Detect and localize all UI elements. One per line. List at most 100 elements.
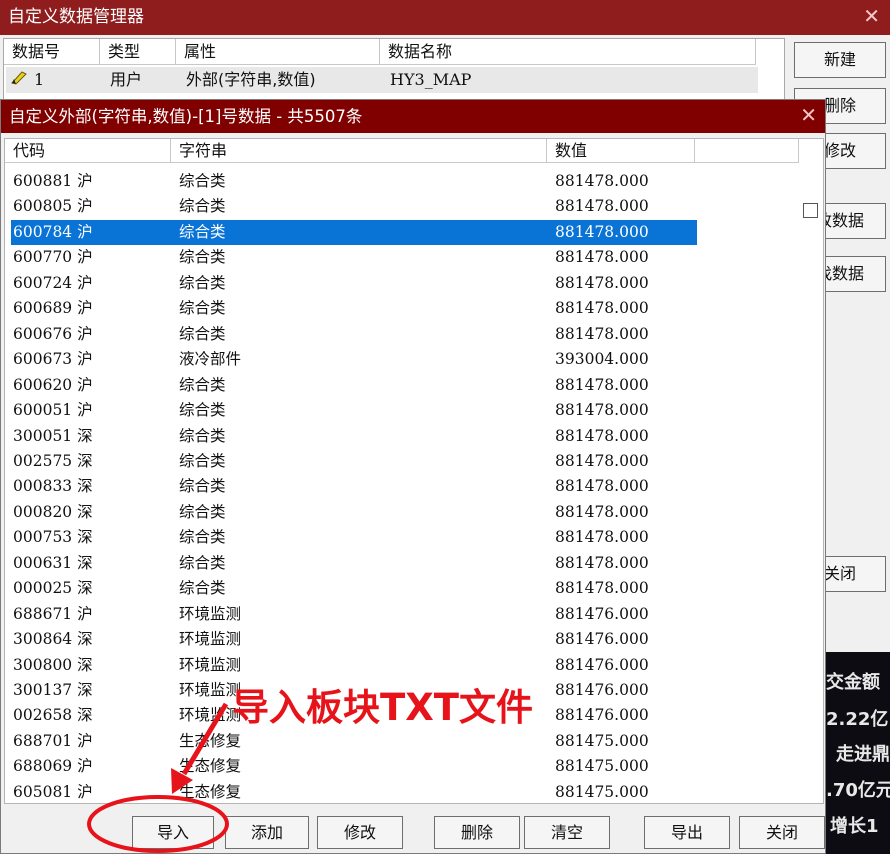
table-row[interactable]: 600620 沪 综合类 881478.000	[11, 373, 697, 398]
cell-value: 881478.000	[555, 451, 649, 470]
column-header-attribute[interactable]: 属性	[176, 39, 380, 65]
cell-code: 688671 沪	[13, 604, 93, 623]
column-header-data-id[interactable]: 数据号	[4, 39, 100, 65]
cell-code: 600724 沪	[13, 273, 93, 292]
cell-string: 综合类	[179, 451, 226, 470]
dialog-title: 自定义外部(字符串,数值)-[1]号数据 - 共5507条	[1, 100, 825, 133]
cell-code: 300800 深	[13, 655, 93, 674]
cell-string: 环境监测	[179, 655, 242, 674]
cell-value: 881478.000	[555, 579, 649, 598]
cell-value: 881478.000	[555, 299, 649, 318]
table-row[interactable]: 688671 沪 环境监测 881476.000	[11, 602, 697, 627]
column-header-empty	[695, 139, 799, 163]
table-row[interactable]: 600673 沪 液冷部件 393004.000	[11, 347, 697, 372]
cell-string: 综合类	[179, 273, 226, 292]
table-row[interactable]: 605081 沪 生态修复 881475.000	[11, 780, 697, 803]
cell-code: 600784 沪	[13, 222, 93, 241]
cell-string: 环境监测	[179, 604, 242, 623]
close-button[interactable]: 关闭	[739, 816, 825, 849]
table-row[interactable]: 600770 沪 综合类 881478.000	[11, 245, 697, 270]
cell-value: 881478.000	[555, 248, 649, 267]
table-row[interactable]: 000820 深 综合类 881478.000	[11, 500, 697, 525]
column-header-value[interactable]: 数值	[547, 139, 695, 163]
export-button[interactable]: 导出	[644, 816, 730, 849]
cell-code: 600676 沪	[13, 324, 93, 343]
cell-value: 881478.000	[555, 375, 649, 394]
cell-code: 002575 深	[13, 451, 93, 470]
row-type: 用户	[110, 70, 143, 89]
cell-value: 881475.000	[555, 757, 649, 776]
import-button[interactable]: 导入	[132, 816, 214, 849]
cell-code: 000631 深	[13, 553, 93, 572]
cell-value: 881476.000	[555, 630, 649, 649]
column-header-string[interactable]: 字符串	[171, 139, 547, 163]
cell-string: 综合类	[179, 299, 226, 318]
row-data-name: HY3_MAP	[390, 70, 472, 89]
table-row[interactable]: 300051 深 综合类 881478.000	[11, 424, 697, 449]
cell-code: 000025 深	[13, 579, 93, 598]
cell-code: 300864 深	[13, 630, 93, 649]
cell-code: 600689 沪	[13, 299, 93, 318]
cell-value: 881478.000	[555, 502, 649, 521]
cell-string: 综合类	[179, 401, 226, 420]
cell-value: 881478.000	[555, 324, 649, 343]
table-row[interactable]: 600805 沪 综合类 881478.000	[11, 194, 697, 219]
row-attribute: 外部(字符串,数值)	[186, 70, 316, 89]
table-row[interactable]: 600676 沪 综合类 881478.000	[11, 322, 697, 347]
cell-value: 881478.000	[555, 197, 649, 216]
table-row[interactable]: 300800 深 环境监测 881476.000	[11, 653, 697, 678]
cell-code: 605081 沪	[13, 782, 93, 801]
table-row[interactable]: 600051 沪 综合类 881478.000	[11, 398, 697, 423]
column-header-code[interactable]: 代码	[5, 139, 171, 163]
table-row[interactable]: 600881 沪 综合类 881478.000	[11, 169, 697, 194]
cell-code: 600770 沪	[13, 248, 93, 267]
background-text: 交金额	[826, 672, 880, 693]
cell-code: 002658 深	[13, 706, 93, 725]
column-header-data-name[interactable]: 数据名称	[380, 39, 756, 65]
cell-value: 881478.000	[555, 426, 649, 445]
close-icon[interactable]: ✕	[800, 100, 817, 131]
cell-code: 600805 沪	[13, 197, 93, 216]
table-row[interactable]: 000753 深 综合类 881478.000	[11, 525, 697, 550]
table-row[interactable]: 600784 沪 综合类 881478.000	[11, 219, 697, 245]
table-row[interactable]: 002575 深 综合类 881478.000	[11, 449, 697, 474]
cell-value: 881478.000	[555, 172, 649, 190]
table-row[interactable]: 000631 深 综合类 881478.000	[11, 551, 697, 576]
background-text: .70亿元	[826, 780, 890, 801]
cell-string: 综合类	[179, 553, 226, 572]
cell-code: 600881 沪	[13, 172, 93, 190]
cell-value: 881478.000	[555, 222, 649, 241]
cell-value: 881476.000	[555, 655, 649, 674]
table-row[interactable]: 000025 深 综合类 881478.000	[11, 576, 697, 601]
cell-value: 881478.000	[555, 477, 649, 496]
table-row[interactable]: 300864 深 环境监测 881476.000	[11, 627, 697, 652]
add-button[interactable]: 添加	[225, 816, 309, 849]
modify-button[interactable]: 修改	[317, 816, 403, 849]
checkbox[interactable]	[803, 203, 818, 218]
cell-value: 881478.000	[555, 273, 649, 292]
cell-value: 881476.000	[555, 604, 649, 623]
table-row[interactable]: 600689 沪 综合类 881478.000	[11, 296, 697, 321]
column-header-type[interactable]: 类型	[100, 39, 176, 65]
cell-code: 000833 深	[13, 477, 93, 496]
custom-data-dialog: 自定义外部(字符串,数值)-[1]号数据 - 共5507条 ✕ 代码 字符串 数…	[0, 99, 826, 854]
cell-string: 综合类	[179, 222, 226, 241]
delete-button[interactable]: 删除	[434, 816, 520, 849]
table-row[interactable]: 688069 沪 生态修复 881475.000	[11, 754, 697, 779]
cell-string: 综合类	[179, 502, 226, 521]
cell-code: 300137 深	[13, 681, 93, 699]
pencil-icon	[11, 71, 27, 85]
table-row[interactable]: 600724 沪 综合类 881478.000	[11, 271, 697, 296]
cell-string: 综合类	[179, 172, 226, 190]
cell-value: 881478.000	[555, 528, 649, 547]
cell-string: 综合类	[179, 197, 226, 216]
table-row[interactable]: 688701 沪 生态修复 881475.000	[11, 729, 697, 754]
new-button[interactable]: 新建	[794, 42, 886, 78]
cell-code: 000820 深	[13, 502, 93, 521]
cell-value: 881476.000	[555, 681, 649, 699]
cell-code: 300051 深	[13, 426, 93, 445]
table-row[interactable]: 000833 深 综合类 881478.000	[11, 474, 697, 499]
close-icon[interactable]: ✕	[863, 0, 880, 35]
clear-button[interactable]: 清空	[524, 816, 610, 849]
background-text: 走进鼎	[836, 744, 890, 765]
